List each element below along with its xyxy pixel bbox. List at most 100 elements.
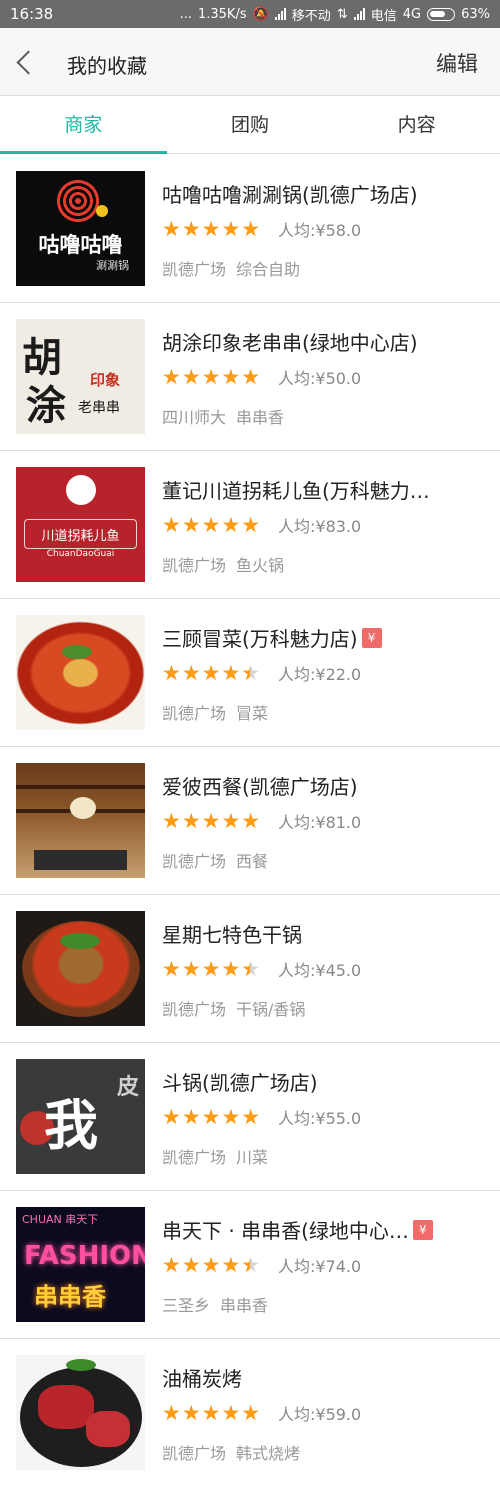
tab-group-buy[interactable]: 团购 bbox=[167, 96, 334, 153]
star-rating: ★★★★★★★★★★ bbox=[162, 1401, 262, 1425]
list-item[interactable]: 三顾冒菜(万科魅力店) ¥ ★★★★★★★★★★ 人均:¥22.0 凯德广场 冒… bbox=[0, 599, 500, 747]
merchant-thumbnail: 咕噜咕噜 涮涮锅 bbox=[16, 171, 145, 286]
battery-icon bbox=[427, 7, 456, 21]
list-item[interactable]: 咕噜咕噜 涮涮锅 咕噜咕噜涮涮锅(凯德广场店) ★★★★★ ★★★★★ 人均:¥5… bbox=[0, 155, 500, 303]
name-row: 胡涂印象老串串(绿地中心店) bbox=[162, 327, 484, 356]
list-item[interactable]: 胡 涂 印象 老串串 胡涂印象老串串(绿地中心店) ★★★★★ ★★★★★ 人均:… bbox=[0, 303, 500, 451]
status-bar: 16:38 ... 1.35K/s 🔕 移不动 ⇅ 电信 4G 63% bbox=[0, 0, 500, 28]
back-icon[interactable] bbox=[14, 48, 38, 76]
name-row: 董记川道拐耗儿鱼(万科魅力… bbox=[162, 475, 484, 504]
food-image-2 bbox=[86, 1411, 130, 1447]
network-speed: 1.35K/s bbox=[197, 6, 247, 22]
rating-row: ★★★★★ ★★★★★ 人均:¥50.0 bbox=[162, 365, 361, 389]
thumbnail-subtext: 涮涮锅 bbox=[96, 259, 129, 272]
merchant-name: 爱彼西餐(凯德广场店) bbox=[162, 775, 358, 799]
favorites-list: 咕噜咕噜 涮涮锅 咕噜咕噜涮涮锅(凯德广场店) ★★★★★ ★★★★★ 人均:¥5… bbox=[0, 155, 500, 1485]
average-price: 人均:¥74.0 bbox=[278, 1257, 362, 1276]
name-row: 星期七特色干锅 bbox=[162, 919, 484, 948]
average-price: 人均:¥50.0 bbox=[278, 369, 362, 388]
star-rating: ★★★★★★★★★★ bbox=[162, 809, 262, 833]
list-item[interactable]: 爱彼西餐(凯德广场店) ★★★★★ ★★★★★ 人均:¥81.0 凯德广场 西餐 bbox=[0, 747, 500, 895]
status-time: 16:38 bbox=[10, 5, 54, 23]
merchant-thumbnail: 我 皮 bbox=[16, 1059, 145, 1174]
name-row: 咕噜咕噜涮涮锅(凯德广场店) bbox=[162, 179, 484, 208]
category-tag: 综合自助 bbox=[236, 260, 301, 279]
merchant-thumbnail bbox=[16, 763, 145, 878]
rating-row: ★★★★★★★★★★ 人均:¥45.0 bbox=[162, 957, 361, 981]
tags: 凯德广场 西餐 bbox=[162, 848, 268, 872]
thumbnail-char-2: 涂 bbox=[26, 382, 66, 429]
area-tag: 凯德广场 bbox=[162, 704, 227, 723]
rating-row: ★★★★★ ★★★★★ 人均:¥59.0 bbox=[162, 1401, 361, 1425]
average-price: 人均:¥22.0 bbox=[278, 665, 362, 684]
brand-logo-icon bbox=[66, 475, 96, 505]
merchant-thumbnail bbox=[16, 615, 145, 730]
thumbnail-text: 我 bbox=[44, 1093, 98, 1157]
carrier-2: 电信 bbox=[370, 8, 397, 24]
page-title: 我的收藏 bbox=[67, 54, 147, 78]
merchant-name: 胡涂印象老串串(绿地中心店) bbox=[162, 331, 418, 355]
star-rating: ★★★★★★★★★★ bbox=[162, 661, 262, 685]
rating-row: ★★★★★ ★★★★★ 人均:¥83.0 bbox=[162, 513, 361, 537]
logo-dot bbox=[96, 205, 108, 217]
thumbnail-subtext: 皮 bbox=[116, 1075, 139, 1100]
thumbnail-subtext: CHUAN 串天下 bbox=[22, 1213, 99, 1226]
thumbnail-subtext: ChuanDaoGuai bbox=[46, 549, 115, 559]
average-price: 人均:¥83.0 bbox=[278, 517, 362, 536]
category-tag: 干锅/香锅 bbox=[236, 1000, 306, 1019]
area-tag: 三圣乡 bbox=[162, 1296, 211, 1315]
tags: 四川师大 串串香 bbox=[162, 404, 284, 428]
table bbox=[34, 850, 127, 870]
header: 我的收藏 编辑 bbox=[0, 28, 500, 96]
star-rating: ★★★★★★★★★★ bbox=[162, 957, 262, 981]
area-tag: 四川师大 bbox=[162, 408, 227, 427]
thumbnail-text: FASHION bbox=[24, 1241, 145, 1271]
category-tag: 鱼火锅 bbox=[236, 556, 285, 575]
category-tag: 川菜 bbox=[236, 1148, 269, 1167]
merchant-name: 董记川道拐耗儿鱼(万科魅力… bbox=[162, 479, 430, 503]
tags: 凯德广场 冒菜 bbox=[162, 700, 268, 724]
tab-merchants[interactable]: 商家 bbox=[0, 96, 167, 154]
area-tag: 凯德广场 bbox=[162, 1148, 227, 1167]
rating-row: ★★★★★★★★★★ 人均:¥74.0 bbox=[162, 1253, 361, 1277]
name-row: 斗锅(凯德广场店) bbox=[162, 1067, 484, 1096]
tags: 凯德广场 韩式烧烤 bbox=[162, 1440, 300, 1464]
rating-row: ★★★★★★★★★★ 人均:¥22.0 bbox=[162, 661, 361, 685]
tags: 凯德广场 鱼火锅 bbox=[162, 552, 284, 576]
list-item[interactable]: 川道拐耗儿鱼 ChuanDaoGuai 董记川道拐耗儿鱼(万科魅力… ★★★★★… bbox=[0, 451, 500, 599]
category-tag: 西餐 bbox=[236, 852, 269, 871]
notification-dots: ... bbox=[179, 6, 192, 22]
signal-icon-2 bbox=[353, 8, 365, 20]
status-indicators: ... 1.35K/s 🔕 移不动 ⇅ 电信 4G 63% bbox=[180, 5, 490, 24]
area-tag: 凯德广场 bbox=[162, 1444, 227, 1463]
star-rating: ★★★★★★★★★★ bbox=[162, 217, 262, 241]
merchant-thumbnail: 胡 涂 印象 老串串 bbox=[16, 319, 145, 434]
carrier-1: 移不动 bbox=[291, 8, 331, 24]
category-tag: 韩式烧烤 bbox=[236, 1444, 301, 1463]
area-tag: 凯德广场 bbox=[162, 556, 227, 575]
tags: 凯德广场 综合自助 bbox=[162, 256, 300, 280]
average-price: 人均:¥81.0 bbox=[278, 813, 362, 832]
list-item[interactable]: 油桶炭烤 ★★★★★ ★★★★★ 人均:¥59.0 凯德广场 韩式烧烤 bbox=[0, 1339, 500, 1485]
tags: 凯德广场 川菜 bbox=[162, 1144, 268, 1168]
tab-content[interactable]: 内容 bbox=[333, 96, 500, 153]
average-price: 人均:¥45.0 bbox=[278, 961, 362, 980]
average-price: 人均:¥55.0 bbox=[278, 1109, 362, 1128]
list-item[interactable]: CHUAN 串天下 FASHION 串串香 串天下 · 串串香(绿地中心… ¥ … bbox=[0, 1191, 500, 1339]
merchant-name: 星期七特色干锅 bbox=[162, 923, 302, 947]
signal-icon bbox=[274, 8, 286, 20]
merchant-name: 斗锅(凯德广场店) bbox=[162, 1071, 318, 1095]
list-item[interactable]: 我 皮 斗锅(凯德广场店) ★★★★★ ★★★★★ 人均:¥55.0 凯德广场 川… bbox=[0, 1043, 500, 1191]
merchant-thumbnail: 川道拐耗儿鱼 ChuanDaoGuai bbox=[16, 467, 145, 582]
star-rating: ★★★★★★★★★★ bbox=[162, 513, 262, 537]
thumbnail-text-2: 串串香 bbox=[34, 1283, 106, 1311]
tags: 凯德广场 干锅/香锅 bbox=[162, 996, 305, 1020]
category-tag: 串串香 bbox=[236, 408, 285, 427]
merchant-name: 三顾冒菜(万科魅力店) bbox=[162, 627, 358, 651]
edit-button[interactable]: 编辑 bbox=[436, 48, 478, 78]
thumbnail-seal: 印象 bbox=[90, 371, 121, 389]
area-tag: 凯德广场 bbox=[162, 852, 227, 871]
thumbnail-subtext: 老串串 bbox=[78, 400, 120, 416]
name-row: 油桶炭烤 bbox=[162, 1363, 484, 1392]
list-item[interactable]: 星期七特色干锅 ★★★★★★★★★★ 人均:¥45.0 凯德广场 干锅/香锅 bbox=[0, 895, 500, 1043]
